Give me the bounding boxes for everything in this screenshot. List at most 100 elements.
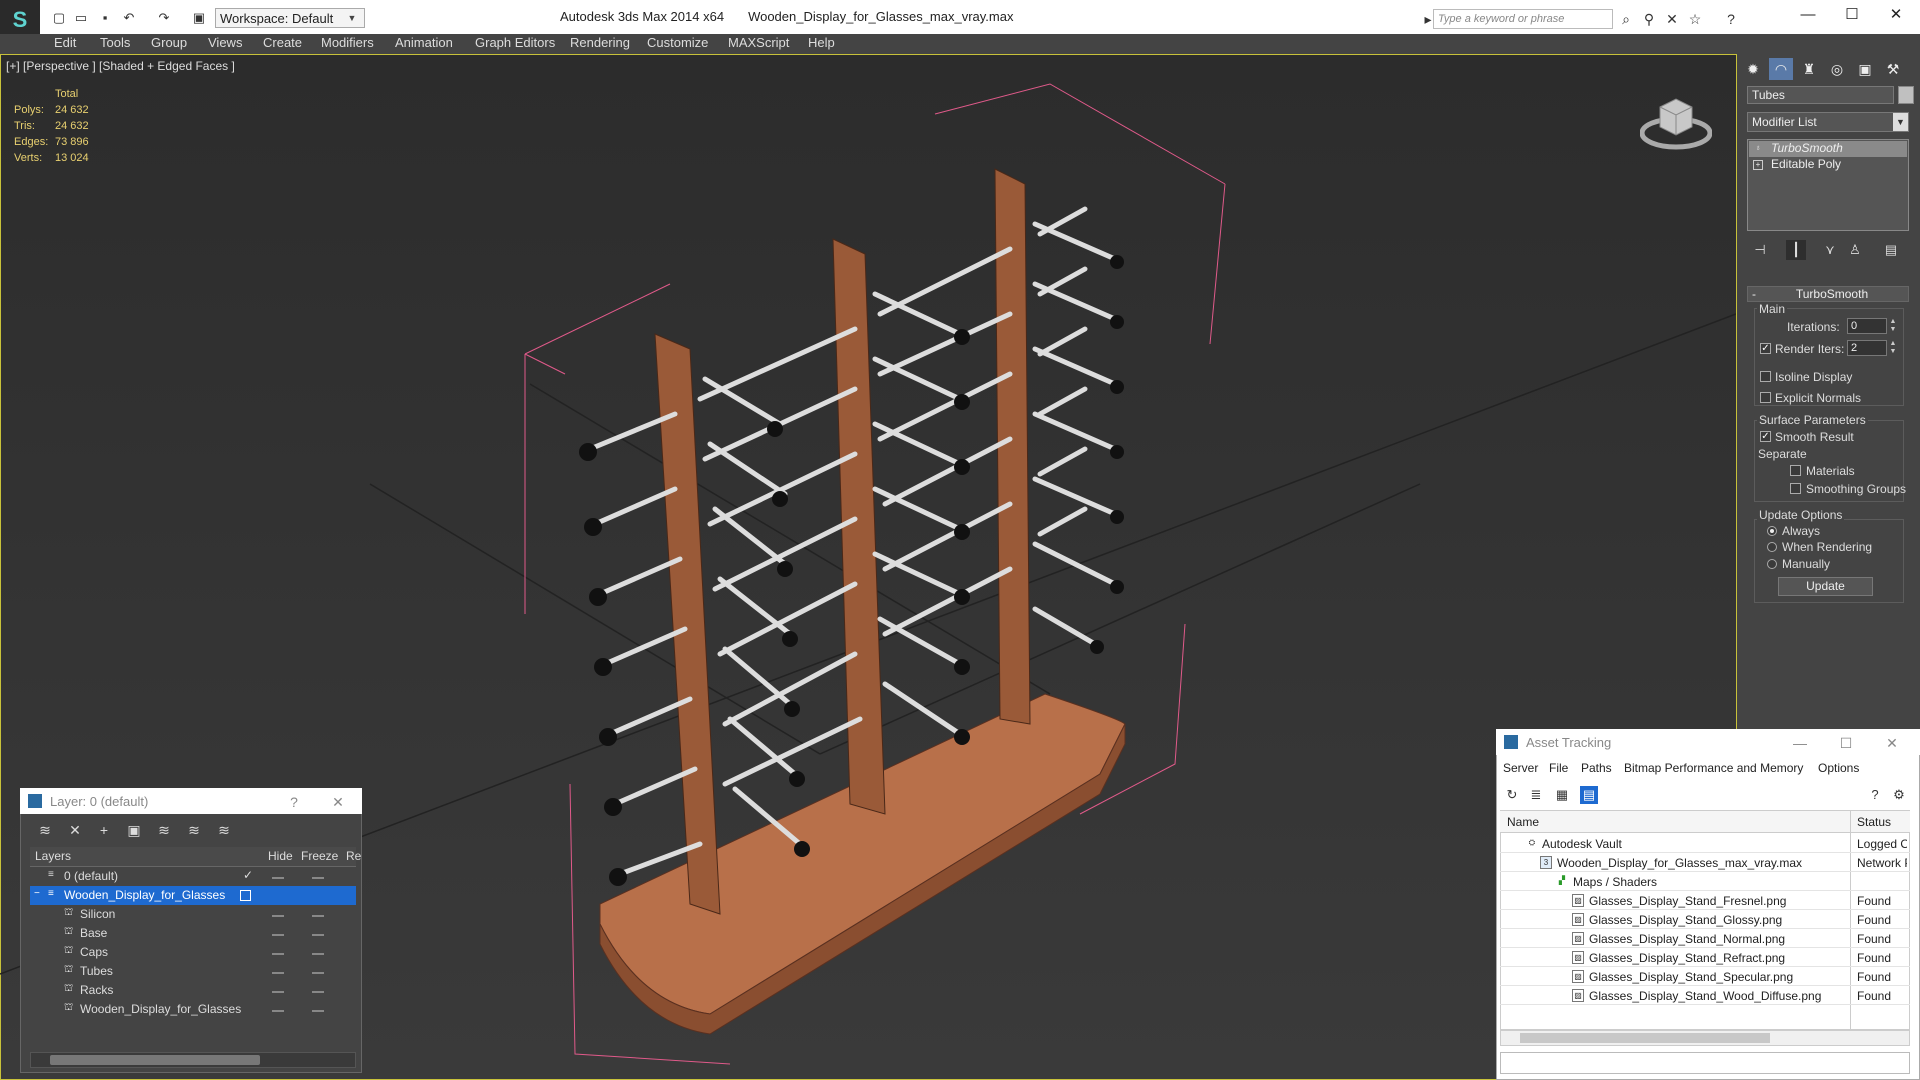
hide-toggle[interactable] xyxy=(272,991,284,993)
maximize-button[interactable]: ☐ xyxy=(1838,735,1854,751)
asset-row[interactable]: 3 Wooden_Display_for_Glasses_max_vray.ma… xyxy=(1500,853,1910,872)
asset-row[interactable]: ▨ Glasses_Display_Stand_Normal.png Found xyxy=(1500,929,1910,948)
make-unique-icon[interactable]: ⋎ xyxy=(1820,240,1840,260)
layer-row[interactable]: ⛫ Tubes xyxy=(30,962,356,981)
table-view-icon[interactable]: ▤ xyxy=(1580,786,1598,804)
chevron-down-icon[interactable]: ▼ xyxy=(1893,113,1908,131)
explicit-normals-checkbox[interactable] xyxy=(1760,392,1771,403)
update-button[interactable]: Update xyxy=(1778,577,1873,596)
asset-row[interactable]: ▨ Glasses_Display_Stand_Fresnel.png Foun… xyxy=(1500,891,1910,910)
configure-sets-icon[interactable]: ▤ xyxy=(1881,240,1901,260)
add-to-layer-icon[interactable]: + xyxy=(93,820,115,840)
delete-layer-icon[interactable]: ✕ xyxy=(64,820,86,840)
minimize-button[interactable]: — xyxy=(1792,735,1808,751)
freeze-all-layers-icon[interactable]: ≋ xyxy=(213,820,235,840)
menu-create[interactable]: Create xyxy=(263,35,302,53)
menu-tools[interactable]: Tools xyxy=(100,35,130,53)
modifier-list-dropdown[interactable]: Modifier List xyxy=(1747,112,1909,132)
motion-tab-icon[interactable]: ◎ xyxy=(1825,58,1849,80)
freeze-toggle[interactable] xyxy=(312,915,324,917)
column-name[interactable]: Name xyxy=(1507,815,1539,829)
asset-menu-file[interactable]: File xyxy=(1549,761,1568,775)
freeze-toggle[interactable] xyxy=(312,972,324,974)
stack-item-editable-poly[interactable]: Editable Poly xyxy=(1749,157,1907,173)
freeze-toggle[interactable] xyxy=(312,877,324,879)
menu-modifiers[interactable]: Modifiers xyxy=(321,35,374,53)
search-input[interactable]: Type a keyword or phrase xyxy=(1433,9,1613,29)
smoothing-groups-checkbox[interactable] xyxy=(1790,483,1801,494)
menu-rendering[interactable]: Rendering xyxy=(570,35,630,53)
freeze-toggle[interactable] xyxy=(312,934,324,936)
close-button[interactable]: ✕ xyxy=(1876,4,1916,26)
create-layer-icon[interactable]: ≋ xyxy=(34,820,56,840)
favorites-star-icon[interactable]: ☆ xyxy=(1686,10,1704,28)
stack-item-turbosmooth[interactable]: TurboSmooth xyxy=(1749,141,1907,157)
thumbnail-view-icon[interactable]: ▦ xyxy=(1553,786,1571,804)
new-file-icon[interactable]: ▢ xyxy=(50,10,68,26)
menu-help[interactable]: Help xyxy=(808,35,835,53)
subscription-icon[interactable]: ⚲ xyxy=(1640,10,1658,28)
update-when-rendering-radio[interactable] xyxy=(1767,542,1777,552)
vault-help-icon[interactable]: ⚙ xyxy=(1890,786,1908,804)
asset-row[interactable]: ▨ Glasses_Display_Stand_Refract.png Foun… xyxy=(1500,948,1910,967)
viewcube-icon[interactable] xyxy=(1640,85,1712,155)
isoline-display-checkbox[interactable] xyxy=(1760,371,1771,382)
render-iters-spinner[interactable]: ▲ ▼ xyxy=(1888,340,1898,356)
freeze-toggle[interactable] xyxy=(312,991,324,993)
object-name-field[interactable]: Tubes xyxy=(1747,86,1894,104)
smooth-result-checkbox[interactable]: ✓ xyxy=(1760,431,1771,442)
asset-row[interactable]: ▨ Glasses_Display_Stand_Glossy.png Found xyxy=(1500,910,1910,929)
hide-toggle[interactable] xyxy=(272,915,284,917)
freeze-toggle[interactable] xyxy=(312,953,324,955)
asset-menu-bitmap-performance[interactable]: Bitmap Performance and Memory xyxy=(1624,761,1803,775)
iterations-spinner[interactable]: ▲ ▼ xyxy=(1888,318,1898,334)
help-icon[interactable]: ? xyxy=(1866,786,1884,804)
menu-maxscript[interactable]: MAXScript xyxy=(728,35,789,53)
layer-row[interactable]: ⛫ Wooden_Display_for_Glasses xyxy=(30,1000,356,1019)
select-objects-icon[interactable]: ▣ xyxy=(123,820,145,840)
layer-row[interactable]: ⛫ Base xyxy=(30,924,356,943)
hide-toggle[interactable] xyxy=(272,1010,284,1012)
hide-toggle[interactable] xyxy=(272,934,284,936)
viewport-label[interactable]: [+] [Perspective ] [Shaded + Edged Faces… xyxy=(6,59,235,73)
object-color-swatch[interactable] xyxy=(1898,86,1914,104)
menu-edit[interactable]: Edit xyxy=(54,35,76,53)
asset-menu-server[interactable]: Server xyxy=(1503,761,1538,775)
highlight-layer-icon[interactable]: ≋ xyxy=(153,820,175,840)
refresh-icon[interactable]: ↻ xyxy=(1503,786,1521,804)
asset-tracking-title[interactable]: Asset Tracking xyxy=(1496,729,1920,755)
expand-plus-icon[interactable]: + xyxy=(1753,160,1763,170)
hide-all-layers-icon[interactable]: ≋ xyxy=(183,820,205,840)
communication-icon[interactable]: ✕ xyxy=(1663,10,1681,28)
menu-views[interactable]: Views xyxy=(208,35,242,53)
asset-row[interactable]: ⛭ Autodesk Vault Logged Ou xyxy=(1500,834,1910,853)
column-render[interactable]: Re xyxy=(346,849,361,863)
layer-dialog-title[interactable]: Layer: 0 (default) xyxy=(20,788,362,814)
scrollbar-thumb[interactable] xyxy=(50,1055,260,1065)
layer-row[interactable]: ≡ 0 (default) ✓ xyxy=(30,867,356,886)
utilities-tab-icon[interactable]: ⚒ xyxy=(1881,58,1905,80)
display-tab-icon[interactable]: ▣ xyxy=(1853,58,1877,80)
maximize-button[interactable]: ☐ xyxy=(1832,4,1872,26)
modify-tab-icon[interactable]: ◠ xyxy=(1769,58,1793,80)
minimize-button[interactable]: — xyxy=(1788,4,1828,26)
add-to-active-icon[interactable] xyxy=(240,890,251,901)
open-file-icon[interactable]: ▭ xyxy=(72,10,90,26)
iterations-input[interactable]: 0 xyxy=(1847,318,1887,334)
redo-icon[interactable]: ↷ xyxy=(155,10,173,26)
menu-graph-editors[interactable]: Graph Editors xyxy=(475,35,555,53)
remove-modifier-icon[interactable]: ♙ xyxy=(1845,240,1865,260)
hide-toggle[interactable] xyxy=(272,953,284,955)
list-view-icon[interactable]: ≣ xyxy=(1527,786,1545,804)
save-icon[interactable]: ▪ xyxy=(96,10,114,26)
show-end-result-icon[interactable]: ┃ xyxy=(1786,240,1806,260)
undo-icon[interactable]: ↶ xyxy=(120,10,138,26)
help-button[interactable]: ? xyxy=(286,794,302,810)
close-icon[interactable]: ✕ xyxy=(330,794,346,810)
asset-row[interactable]: ▨ Glasses_Display_Stand_Specular.png Fou… xyxy=(1500,967,1910,986)
menu-animation[interactable]: Animation xyxy=(395,35,453,53)
turbosmooth-rollout-header[interactable]: - TurboSmooth xyxy=(1747,286,1909,302)
menu-customize[interactable]: Customize xyxy=(647,35,708,53)
help-icon[interactable]: ? xyxy=(1722,10,1740,28)
hide-toggle[interactable] xyxy=(272,972,284,974)
